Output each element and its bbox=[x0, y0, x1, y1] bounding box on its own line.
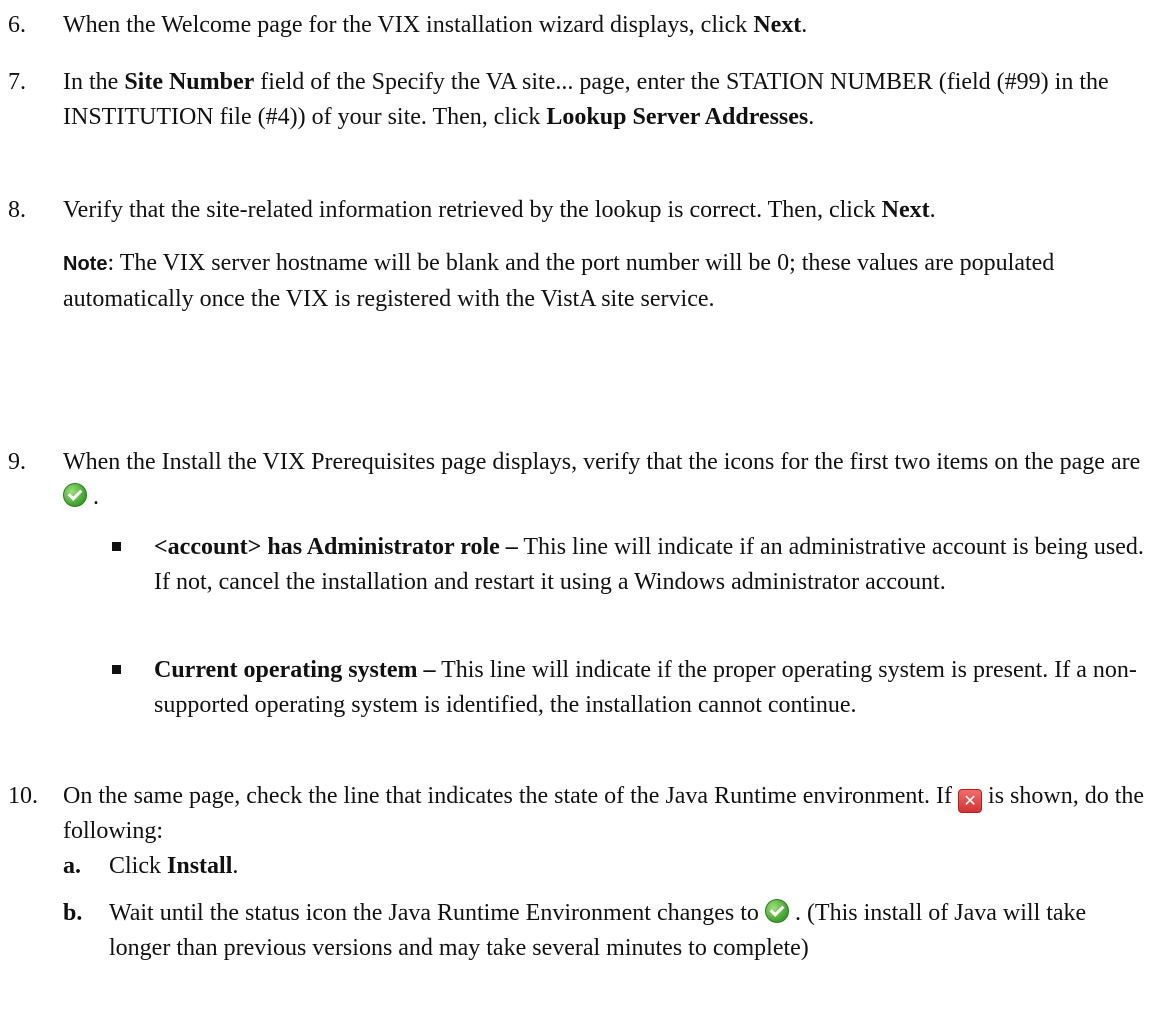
bullet-marker bbox=[112, 542, 121, 551]
text: . bbox=[232, 853, 239, 879]
step-text: When the Install the VIX Prerequisites p… bbox=[63, 445, 1158, 515]
bold-text: Lookup Server Addresses bbox=[546, 104, 809, 130]
bold-text: Next bbox=[753, 12, 802, 38]
text: Verify that the site-related information… bbox=[63, 197, 882, 223]
red-x-icon: ✕ bbox=[958, 789, 983, 813]
step-text: When the Welcome page for the VIX instal… bbox=[63, 8, 1158, 43]
bold-text: Current operating system – bbox=[154, 657, 436, 683]
text: On the same page, check the line that in… bbox=[63, 783, 959, 809]
text: . bbox=[929, 197, 936, 223]
bullet-item: <account> has Administrator role – This … bbox=[112, 530, 1152, 600]
note-paragraph: Note: The VIX server hostname will be bl… bbox=[63, 246, 1158, 317]
bullet-text: <account> has Administrator role – This … bbox=[154, 530, 1152, 600]
step-number: 9. bbox=[8, 449, 26, 475]
bullet-marker bbox=[112, 665, 121, 674]
green-check-icon bbox=[63, 483, 87, 507]
step-number: 10. bbox=[8, 783, 38, 809]
text: When the Welcome page for the VIX instal… bbox=[63, 12, 754, 38]
step-text: On the same page, check the line that in… bbox=[63, 779, 1158, 849]
bold-text: Install bbox=[167, 853, 233, 879]
step-text: Verify that the site-related information… bbox=[63, 193, 1158, 228]
substep-text: Click Install. bbox=[109, 849, 1153, 884]
text: Wait until the status icon the Java Runt… bbox=[109, 900, 765, 926]
substep-b: b. Wait until the status icon the Java R… bbox=[63, 896, 1153, 966]
bullet-text: Current operating system – This line wil… bbox=[154, 653, 1152, 723]
note-text: : The VIX server hostname will be blank … bbox=[63, 250, 1055, 312]
step-number: 8. bbox=[8, 197, 26, 223]
step-9: 9. When the Install the VIX Prerequisite… bbox=[8, 445, 1158, 515]
step-7: 7. In the Site Number field of the Speci… bbox=[8, 65, 1158, 135]
substep-letter: a. bbox=[63, 853, 81, 879]
substep-a: a. Click Install. bbox=[63, 849, 1153, 884]
bold-text: Next bbox=[881, 197, 930, 223]
bold-text: Site Number bbox=[124, 69, 255, 95]
step-text: In the Site Number field of the Specify … bbox=[63, 65, 1158, 135]
substep-letter: b. bbox=[63, 900, 83, 926]
green-check-icon bbox=[764, 899, 789, 923]
step-6: 6. When the Welcome page for the VIX ins… bbox=[8, 8, 1158, 43]
text: When the Install the VIX Prerequisites p… bbox=[63, 449, 1141, 475]
bold-text: <account> has Administrator role – bbox=[154, 534, 518, 560]
substep-text: Wait until the status icon the Java Runt… bbox=[109, 896, 1153, 966]
step-8: 8. Verify that the site-related informat… bbox=[8, 193, 1158, 317]
text: In the bbox=[63, 69, 125, 95]
text: . bbox=[801, 12, 808, 38]
bullet-item: Current operating system – This line wil… bbox=[112, 653, 1152, 723]
step-10: 10. On the same page, check the line tha… bbox=[8, 779, 1158, 849]
step-number: 7. bbox=[8, 69, 26, 95]
document-page: 6. When the Welcome page for the VIX ins… bbox=[0, 0, 1171, 1032]
text: Click bbox=[109, 853, 167, 879]
note-label: Note bbox=[63, 253, 108, 275]
text: . bbox=[87, 484, 99, 510]
step-number: 6. bbox=[8, 12, 26, 38]
text: . bbox=[808, 104, 815, 130]
